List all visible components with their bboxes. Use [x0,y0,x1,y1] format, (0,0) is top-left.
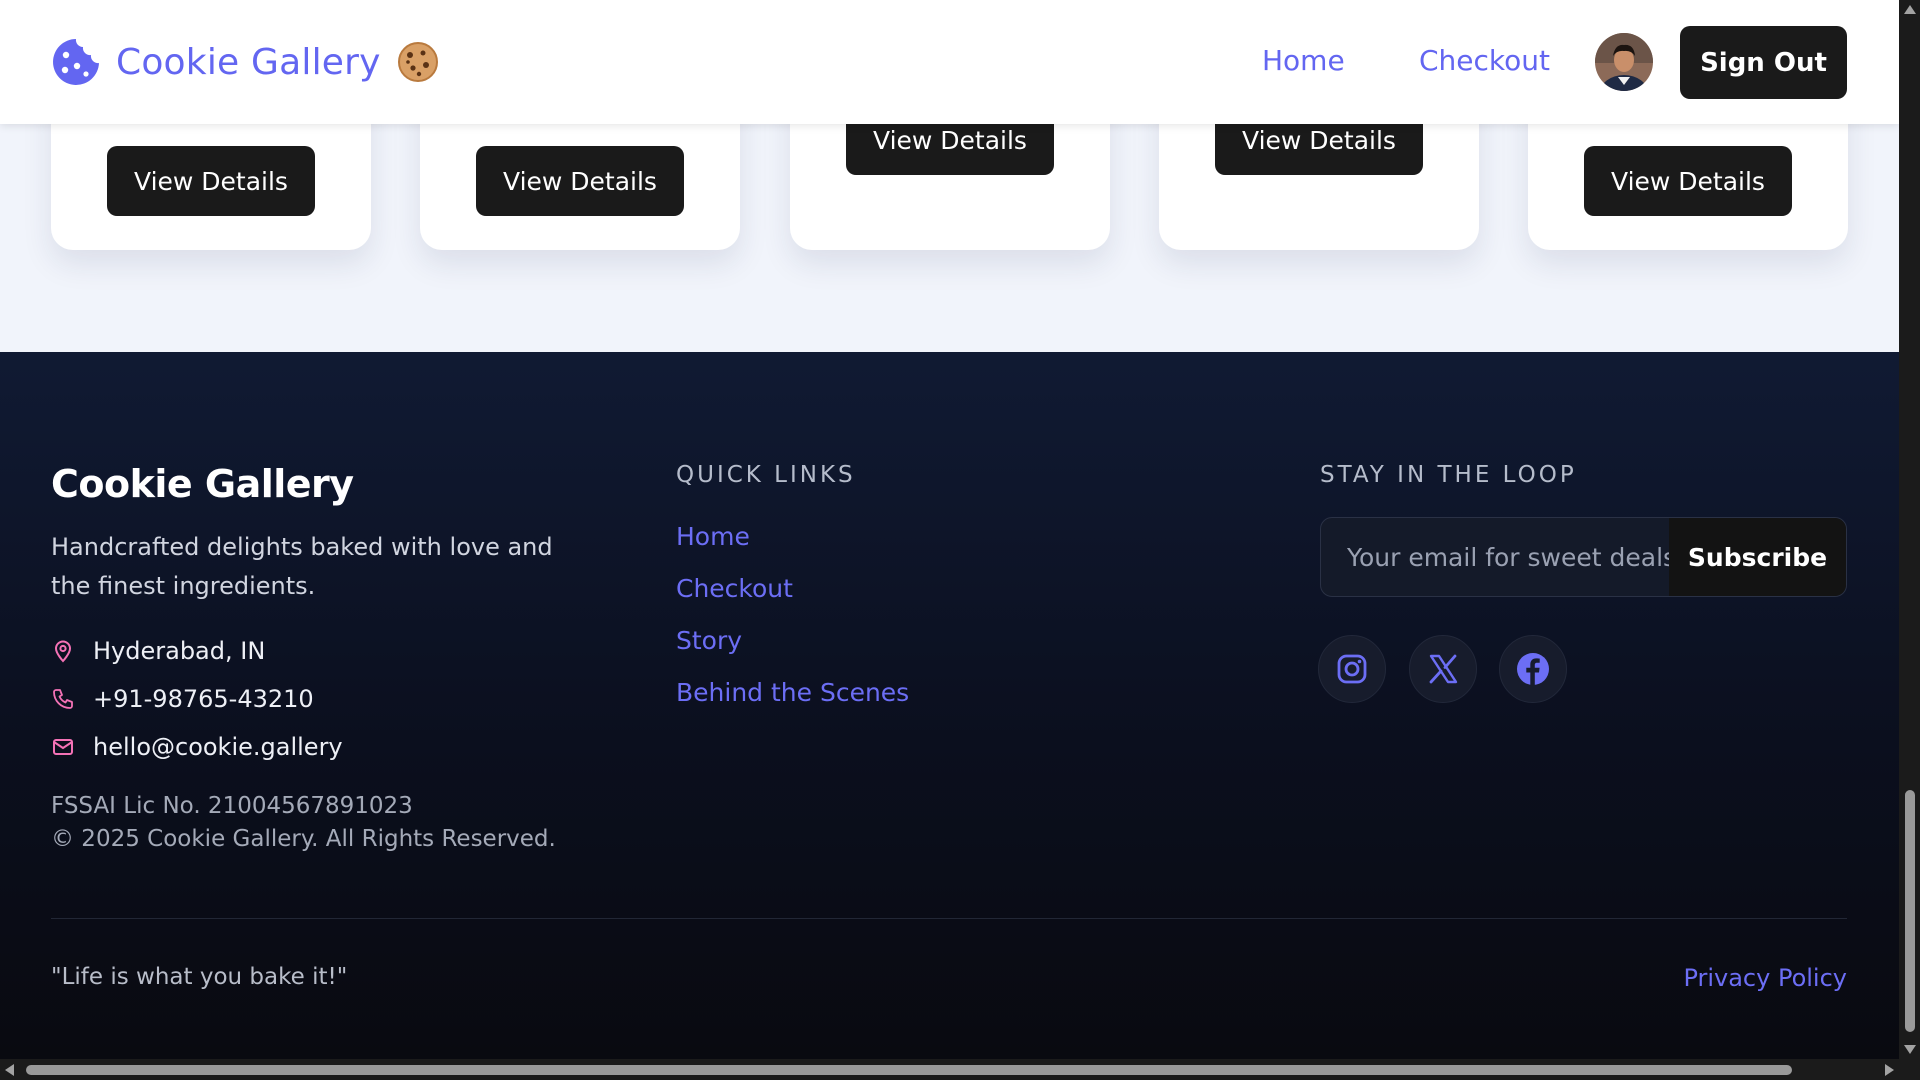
footer-divider [51,918,1847,919]
view-details-button[interactable]: View Details [476,146,684,216]
horizontal-scrollbar[interactable] [0,1059,1899,1080]
vertical-scrollbar[interactable] [1899,0,1920,1059]
site-footer: Cookie Gallery Handcrafted delights bake… [0,352,1899,1059]
quick-links-heading: QUICK LINKS [676,462,856,488]
brand-name: Cookie Gallery [116,41,381,83]
contact-location: Hyderabad, IN [51,637,265,665]
instagram-icon [1337,654,1367,684]
newsletter-email-input[interactable] [1321,518,1671,596]
fssai-license: FSSAI Lic No. 21004567891023 [51,793,413,819]
scrollbar-corner [1899,1059,1920,1080]
sign-out-button[interactable]: Sign Out [1680,26,1847,99]
footer-description: Handcrafted delights baked with love and… [51,533,553,600]
nav-home-link[interactable]: Home [1262,44,1345,77]
cookie-logo-icon [50,36,102,88]
scroll-up-arrow-icon[interactable] [1904,5,1916,14]
privacy-policy-link[interactable]: Privacy Policy [1683,964,1847,992]
view-details-button[interactable]: View Details [107,146,315,216]
vertical-scroll-thumb[interactable] [1905,790,1915,1032]
horizontal-scroll-thumb[interactable] [26,1065,1792,1075]
newsletter-form: Subscribe [1320,517,1847,597]
footer-link-behind-the-scenes[interactable]: Behind the Scenes [676,678,909,707]
subscribe-button[interactable]: Subscribe [1669,518,1846,596]
mail-icon [53,739,73,755]
scroll-down-arrow-icon[interactable] [1904,1045,1916,1054]
phone-icon [53,689,73,709]
x-icon [1429,654,1458,684]
footer-quote: "Life is what you bake it!" [51,964,348,990]
facebook-link[interactable] [1499,635,1567,703]
contact-phone: +91-98765-43210 [51,685,314,713]
contact-email: hello@cookie.gallery [51,733,343,761]
footer-link-story[interactable]: Story [676,626,742,655]
newsletter-heading: STAY IN THE LOOP [1320,462,1577,488]
instagram-link[interactable] [1318,635,1386,703]
nav-checkout-link[interactable]: Checkout [1419,44,1550,77]
scroll-left-arrow-icon[interactable] [5,1064,14,1076]
email-text: hello@cookie.gallery [93,733,343,761]
facebook-icon [1517,653,1549,685]
footer-link-checkout[interactable]: Checkout [676,574,793,603]
brand[interactable]: Cookie Gallery [50,36,439,88]
scroll-right-arrow-icon[interactable] [1885,1064,1894,1076]
map-pin-icon [54,640,72,663]
cookie-emoji-icon [397,41,439,83]
footer-link-home[interactable]: Home [676,522,750,551]
copyright: © 2025 Cookie Gallery. All Rights Reserv… [51,826,556,852]
view-details-button[interactable]: View Details [1584,146,1792,216]
user-avatar[interactable] [1595,33,1653,91]
top-navbar: Cookie Gallery Home Checkout Sign Out [0,0,1899,124]
phone-text: +91-98765-43210 [93,685,314,713]
location-text: Hyderabad, IN [93,637,266,665]
page-viewport: Cookie Gallery Home Checkout Sign Out Vi… [0,0,1899,1059]
x-link[interactable] [1409,635,1477,703]
footer-brand-title: Cookie Gallery [51,462,354,506]
